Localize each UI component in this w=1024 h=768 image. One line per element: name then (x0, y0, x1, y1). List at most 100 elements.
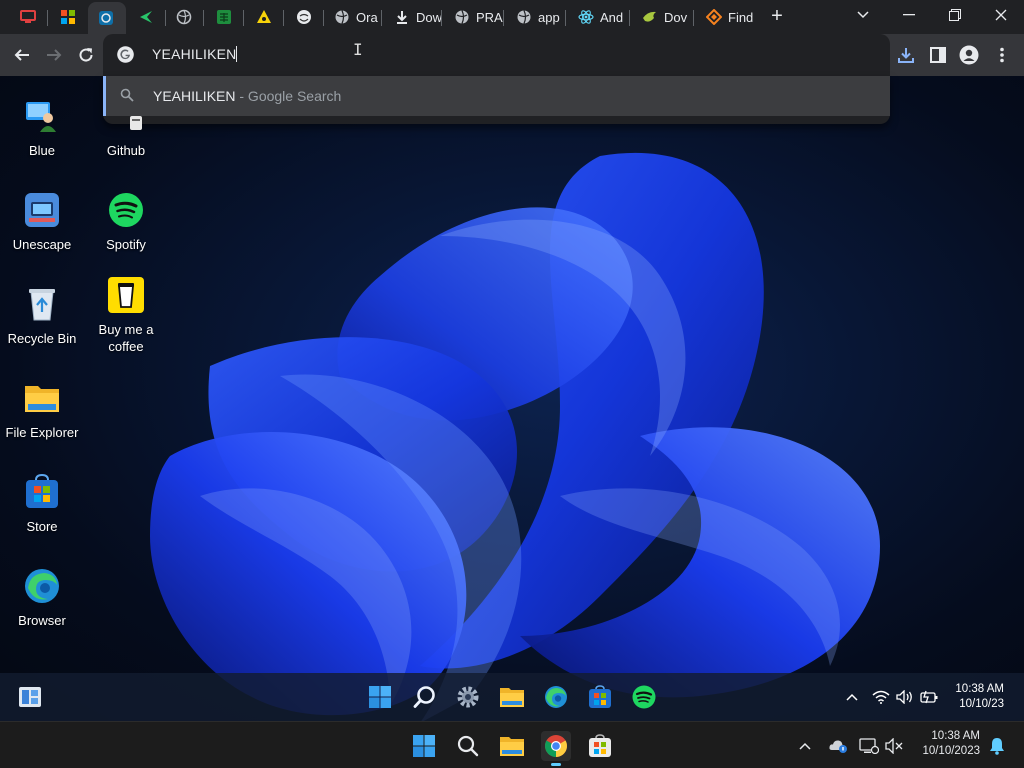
host-clock[interactable]: 10:38 AM 10/10/2023 (904, 729, 980, 759)
chrome-menu-button[interactable] (991, 44, 1013, 66)
profile-button[interactable] (958, 44, 980, 66)
back-button[interactable] (9, 42, 35, 68)
host-file-explorer-button[interactable] (497, 731, 527, 761)
notifications-button[interactable] (984, 731, 1010, 761)
profile-icon (959, 45, 979, 65)
desktop-icon-github[interactable]: Github (84, 96, 168, 159)
tab-search-button[interactable] (840, 0, 886, 30)
diamond-icon (706, 9, 722, 25)
minimize-button[interactable] (886, 0, 932, 30)
widgets-button[interactable] (16, 683, 44, 711)
new-tab-button[interactable]: + (766, 6, 788, 28)
vm-clock[interactable]: 10:38 AM 10/10/23 (940, 682, 1004, 712)
vm-wifi-button[interactable] (868, 683, 894, 711)
desktop-icon-label: Unescape (12, 237, 72, 252)
suggestion-suffix: - Google Search (235, 88, 342, 104)
tab-globe-1[interactable] (166, 4, 204, 30)
tab-spreadsheet[interactable] (206, 4, 244, 30)
desktop-icon-label: File Explorer (5, 425, 79, 440)
downloads-button[interactable] (895, 44, 917, 66)
battery-icon (920, 690, 938, 704)
side-panel-button[interactable] (927, 44, 949, 66)
host-start-button[interactable] (409, 731, 439, 761)
spreadsheet-icon (216, 9, 232, 25)
globe-icon (176, 9, 192, 25)
globe-icon (454, 9, 470, 25)
vm-spotify-button[interactable] (630, 683, 658, 711)
forward-button[interactable] (41, 42, 67, 68)
vm-file-explorer-button[interactable] (498, 683, 526, 711)
desktop-icon-blue[interactable]: Blue (0, 96, 84, 159)
reload-button[interactable] (73, 42, 99, 68)
troll-face-icon (296, 9, 312, 25)
chevron-up-icon (799, 742, 811, 750)
desktop-icon-file-explorer[interactable]: File Explorer (0, 378, 84, 441)
tab-download[interactable]: Dow (384, 4, 442, 30)
tab-and[interactable]: And (568, 4, 630, 30)
display-icon (859, 738, 879, 754)
tab-strip: Ora Dow PRA app And Dov Find + (0, 0, 1024, 34)
tab-arrow[interactable] (128, 4, 166, 30)
desktop-wallpaper (0, 76, 1024, 723)
suggestion-item[interactable]: YEAHILIKEN - Google Search (103, 76, 890, 116)
widgets-icon (19, 687, 41, 707)
windows-logo-icon (60, 9, 76, 25)
arrow-left-icon (14, 49, 29, 61)
vm-store-button[interactable] (586, 683, 614, 711)
tab-title: Dov (664, 9, 688, 25)
tab-pra[interactable]: PRA (444, 4, 504, 30)
text-caret (236, 46, 238, 62)
tab-bug[interactable] (246, 4, 284, 30)
tab-windows[interactable] (50, 4, 88, 30)
desktop-icon-label: Store (26, 519, 58, 534)
tab-title: And (600, 9, 624, 25)
windows-start-icon (369, 686, 391, 708)
vm-battery-button[interactable] (916, 683, 942, 711)
host-show-hidden-icons-button[interactable] (792, 731, 818, 761)
omnibox-input[interactable]: YEAHILIKEN (152, 46, 236, 62)
desktop-icon-recycle-bin[interactable]: Recycle Bin (0, 284, 84, 347)
search-icon (413, 686, 435, 708)
desktop-icon-label: Buy me a coffee (98, 322, 154, 354)
desktop-icon-browser[interactable]: Browser (0, 566, 84, 629)
host-date: 10/10/2023 (922, 745, 980, 757)
download-icon (898, 48, 914, 63)
vm-show-hidden-icons-button[interactable] (840, 683, 864, 711)
vm-volume-button[interactable] (892, 683, 918, 711)
tab-ora[interactable]: Ora (324, 4, 382, 30)
omnibox[interactable]: YEAHILIKEN (103, 34, 890, 76)
desktop-icon-label: Blue (28, 143, 56, 158)
desktop-icon-store[interactable]: Store (0, 472, 84, 535)
vm-search-button[interactable] (411, 683, 439, 711)
tab-troll[interactable] (286, 4, 324, 30)
more-vert-icon (1000, 47, 1004, 63)
unescape-icon (22, 190, 62, 230)
vm-edge-button[interactable] (542, 683, 570, 711)
host-display-button[interactable] (856, 731, 882, 761)
chevron-up-icon (846, 693, 858, 701)
store-icon (589, 685, 611, 708)
tab-dov[interactable]: Dov (632, 4, 694, 30)
store-icon (589, 734, 611, 757)
host-store-button[interactable] (585, 731, 615, 761)
desktop-icon-unescape[interactable]: Unescape (0, 190, 84, 253)
tab-computer[interactable] (10, 4, 48, 30)
tab-title: Ora (356, 9, 378, 25)
restore-button[interactable] (932, 0, 978, 30)
github-icon (106, 96, 146, 136)
desktop-icon-buy-me-a-coffee[interactable]: Buy me a coffee (84, 275, 168, 355)
bell-icon (990, 738, 1004, 755)
host-onedrive-button[interactable] (826, 731, 852, 761)
vm-settings-button[interactable] (454, 683, 482, 711)
tab-find[interactable]: Find (696, 4, 756, 30)
edge-icon (22, 566, 62, 606)
chevron-down-icon (857, 11, 869, 19)
host-search-button[interactable] (453, 731, 483, 761)
vm-start-button[interactable] (366, 683, 394, 711)
desktop-icon-label: Github (106, 143, 146, 158)
host-chrome-button[interactable] (541, 731, 571, 766)
tab-active-app[interactable] (88, 2, 126, 34)
desktop-icon-spotify[interactable]: Spotify (84, 190, 168, 253)
tab-app[interactable]: app (506, 4, 566, 30)
close-button[interactable] (978, 0, 1024, 30)
